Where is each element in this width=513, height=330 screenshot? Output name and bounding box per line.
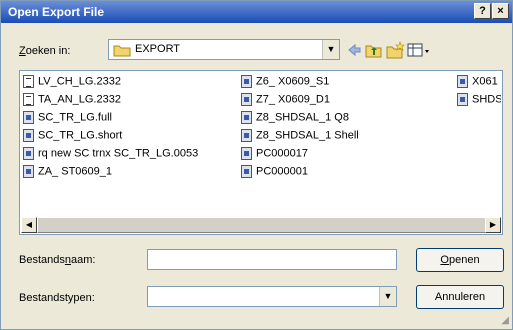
list-item[interactable]: LV_CH_LG.2332 <box>23 75 121 91</box>
chevron-down-icon[interactable]: ▼ <box>322 40 339 59</box>
up-folder-icon[interactable] <box>365 41 383 59</box>
new-folder-icon[interactable] <box>386 41 406 59</box>
dialog-title: Open Export File <box>8 5 105 19</box>
binary-file-icon <box>23 165 34 178</box>
binary-file-icon <box>241 165 252 178</box>
look-in-label: Zoeken in: <box>19 45 71 57</box>
look-in-combo[interactable]: EXPORT ▼ <box>108 39 340 60</box>
scroll-thumb[interactable] <box>37 217 489 233</box>
list-item[interactable]: Z7_ X0609_D1 <box>241 93 330 109</box>
binary-file-icon <box>23 111 34 124</box>
filename-label: Bestandsnaam: <box>19 254 96 266</box>
resize-grip-icon[interactable]: ◢ <box>501 315 509 326</box>
scroll-left-icon[interactable]: ◀ <box>21 217 37 233</box>
filename-input[interactable] <box>147 249 397 270</box>
view-menu-icon[interactable] <box>407 41 431 59</box>
binary-file-icon <box>241 111 252 124</box>
back-icon[interactable] <box>346 41 362 59</box>
list-item[interactable]: PC000001 <box>241 165 308 181</box>
title-bar: Open Export File ? × <box>1 1 512 23</box>
binary-file-icon <box>457 93 468 106</box>
filetype-select[interactable]: ▼ <box>147 286 397 307</box>
binary-file-icon <box>457 75 468 88</box>
list-item[interactable]: Z8_SHDSAL_1 Shell <box>241 129 359 145</box>
list-item[interactable]: X061 <box>457 75 501 91</box>
help-button[interactable]: ? <box>474 3 491 19</box>
horizontal-scrollbar[interactable]: ◀ ▶ <box>21 217 501 233</box>
close-button[interactable]: × <box>492 3 509 19</box>
folder-icon <box>113 43 131 60</box>
scroll-right-icon[interactable]: ▶ <box>485 217 501 233</box>
binary-file-icon <box>23 147 34 160</box>
list-item[interactable]: ZA_ ST0609_1 <box>23 165 112 181</box>
binary-file-icon <box>241 147 252 160</box>
list-item[interactable]: rq new SC trnx SC_TR_LG.0053 <box>23 147 198 163</box>
open-export-file-dialog: Open Export File ? × Zoeken in: EXPORT ▼… <box>0 0 513 330</box>
cancel-button[interactable]: Annuleren <box>416 285 504 309</box>
list-item[interactable]: Z8_SHDSAL_1 Q8 <box>241 111 349 127</box>
list-item[interactable]: Z6_ X0609_S1 <box>241 75 329 91</box>
look-in-folder-name: EXPORT <box>135 43 181 55</box>
file-list[interactable]: LV_CH_LG.2332 TA_AN_LG.2332 SC_TR_LG.ful… <box>19 70 503 235</box>
binary-file-icon <box>241 129 252 142</box>
open-button[interactable]: Openen <box>416 248 504 272</box>
chevron-down-icon[interactable]: ▼ <box>379 287 396 306</box>
binary-file-icon <box>241 93 252 106</box>
list-item[interactable]: SC_TR_LG.short <box>23 129 122 145</box>
text-file-icon <box>23 75 34 88</box>
text-file-icon <box>23 93 34 106</box>
binary-file-icon <box>241 75 252 88</box>
list-item[interactable]: TA_AN_LG.2332 <box>23 93 121 109</box>
filetype-label: Bestandstypen: <box>19 292 95 304</box>
list-item[interactable]: SC_TR_LG.full <box>23 111 112 127</box>
list-item[interactable]: PC000017 <box>241 147 308 163</box>
binary-file-icon <box>23 129 34 142</box>
list-item[interactable]: SHDS <box>457 93 501 109</box>
